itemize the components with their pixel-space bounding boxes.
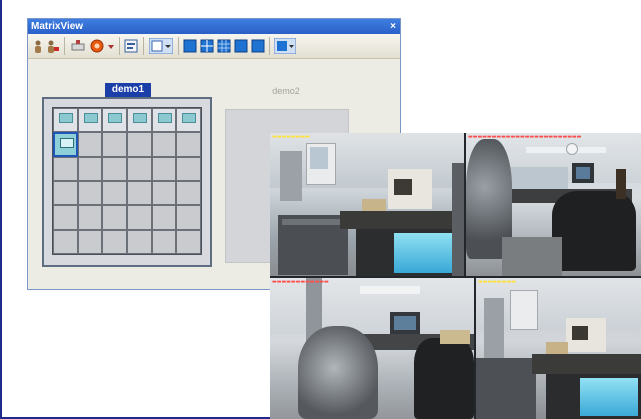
camera-1-timestamp: ▬▬▬▬▬▬▬▬ — [272, 134, 310, 140]
layout-3x3-icon[interactable] — [217, 38, 231, 54]
toolbar-separator — [143, 37, 144, 55]
matrix-cell[interactable] — [77, 205, 103, 230]
network-icon[interactable] — [70, 38, 86, 54]
matrix-grid — [52, 107, 202, 255]
layout-select-icon[interactable] — [148, 37, 174, 55]
matrix-cell[interactable] — [53, 156, 78, 181]
user-remove-icon[interactable] — [46, 38, 60, 54]
matrix-cell[interactable] — [126, 229, 152, 254]
toolbar-separator — [119, 37, 120, 55]
matrix-cell[interactable] — [151, 229, 177, 254]
matrix-cell[interactable] — [176, 181, 201, 206]
toolbar-separator — [178, 37, 179, 55]
window-title: MatrixView — [31, 21, 84, 32]
page-left-border — [0, 0, 2, 419]
camera-2-timestamp: ▬▬▬▬▬▬▬▬▬▬▬▬▬▬▬▬▬▬▬▬▬▬▬▬ — [468, 134, 582, 140]
close-icon[interactable]: × — [390, 19, 396, 34]
matrix-cell[interactable] — [151, 132, 177, 157]
matrix-cell[interactable] — [77, 132, 103, 157]
matrix-label-demo2[interactable]: demo2 — [256, 84, 316, 98]
matrix-cell[interactable] — [77, 229, 103, 254]
matrix-cell[interactable] — [53, 108, 78, 133]
matrix-cell[interactable] — [176, 108, 201, 133]
matrix-cell[interactable] — [126, 156, 152, 181]
camera-3-timestamp: ▬▬▬▬▬▬▬▬▬▬▬▬ — [272, 279, 329, 285]
matrix-cell[interactable] — [102, 156, 127, 181]
matrix-cell[interactable] — [77, 156, 103, 181]
matrix-cell[interactable] — [53, 181, 78, 206]
camera-4-timestamp: ▬▬▬▬▬▬▬▬ — [478, 279, 516, 285]
toolbar-separator — [64, 37, 65, 55]
matrix-cell[interactable] — [53, 205, 78, 230]
matrix-cell[interactable] — [176, 156, 201, 181]
matrix-cell[interactable] — [77, 181, 103, 206]
matrix-panel-demo1[interactable] — [42, 97, 212, 267]
matrix-cell[interactable] — [102, 181, 127, 206]
properties-icon[interactable] — [124, 38, 138, 54]
user-icon[interactable] — [33, 38, 43, 54]
camera-composite: ▬▬▬▬▬▬▬▬ ▬▬▬▬▬▬▬▬▬▬▬▬▬▬▬▬▬▬▬▬▬▬▬▬ ▬▬▬▬▬▬… — [270, 133, 641, 419]
matrix-cell[interactable] — [151, 181, 177, 206]
camera-view-3[interactable]: ▬▬▬▬▬▬▬▬▬▬▬▬ — [270, 278, 474, 419]
matrix-cell[interactable] — [126, 205, 152, 230]
matrix-cell[interactable] — [102, 229, 127, 254]
matrix-cell[interactable] — [53, 229, 78, 254]
matrix-cell[interactable] — [126, 108, 152, 133]
layout-4x4-icon[interactable] — [234, 38, 248, 54]
dropdown-arrow-icon[interactable] — [107, 38, 115, 54]
layout-1x1-icon[interactable] — [183, 38, 197, 54]
matrix-label-demo1[interactable]: demo1 — [105, 83, 151, 97]
matrix-cell[interactable] — [126, 132, 152, 157]
layout-2x2-icon[interactable] — [200, 38, 214, 54]
matrix-cell[interactable] — [151, 156, 177, 181]
toolbar — [28, 34, 400, 59]
record-icon[interactable] — [90, 38, 104, 54]
matrix-cell[interactable] — [151, 108, 177, 133]
matrix-cell[interactable] — [176, 229, 201, 254]
matrix-cell[interactable] — [176, 205, 201, 230]
matrix-cell[interactable] — [102, 108, 127, 133]
layout-5x5-icon[interactable] — [251, 38, 265, 54]
camera-view-2[interactable]: ▬▬▬▬▬▬▬▬▬▬▬▬▬▬▬▬▬▬▬▬▬▬▬▬ — [466, 133, 641, 276]
matrix-cell[interactable] — [126, 181, 152, 206]
toolbar-separator — [269, 37, 270, 55]
matrix-cell[interactable] — [151, 205, 177, 230]
layout-custom-icon[interactable] — [273, 37, 297, 55]
window-titlebar: MatrixView × — [28, 19, 400, 34]
matrix-cell[interactable] — [102, 205, 127, 230]
camera-view-4[interactable]: ▬▬▬▬▬▬▬▬ — [476, 278, 641, 419]
matrix-cell[interactable] — [77, 108, 103, 133]
camera-view-1[interactable]: ▬▬▬▬▬▬▬▬ — [270, 133, 464, 276]
matrix-cell[interactable] — [176, 132, 201, 157]
matrix-cell[interactable] — [53, 132, 78, 157]
matrix-cell[interactable] — [102, 132, 127, 157]
